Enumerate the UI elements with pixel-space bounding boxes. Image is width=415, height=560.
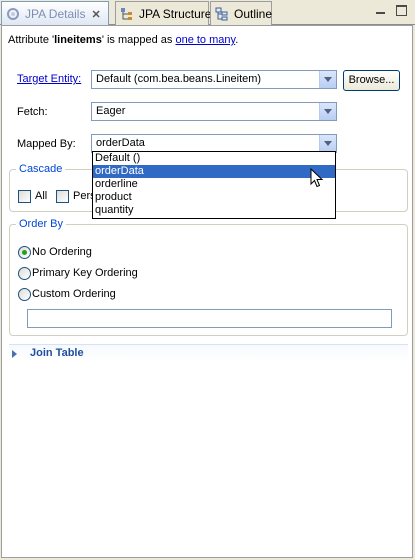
fetch-label: Fetch:: [17, 106, 48, 118]
chevron-down-icon[interactable]: [319, 103, 336, 120]
expand-triangle-icon[interactable]: [12, 350, 17, 358]
mapped-by-value: orderData: [96, 137, 145, 149]
target-entity-value: Default (com.bea.beans.Lineitem): [96, 73, 262, 85]
join-table-title: Join Table: [30, 347, 84, 359]
cascade-all-checkbox[interactable]: [18, 190, 31, 203]
mapping-middle: ' is mapped as: [101, 34, 176, 46]
target-entity-link[interactable]: Target Entity:: [17, 73, 81, 85]
mapping-description: Attribute 'lineitems' is mapped as one t…: [8, 34, 238, 46]
mapping-prefix: Attribute ': [8, 34, 55, 46]
tab-label: JPA Structure: [139, 6, 212, 21]
mapped-by-dropdown-list: Default () orderData orderline product q…: [92, 151, 336, 219]
view-tab-bar: JPA Details ✕ JPA Structure Outline: [0, 0, 415, 26]
custom-ordering-input[interactable]: [27, 309, 392, 328]
custom-ordering-label: Custom Ordering: [32, 288, 116, 300]
tab-jpa-details[interactable]: JPA Details ✕: [1, 1, 109, 26]
jpa-details-pane: Attribute 'lineitems' is mapped as one t…: [1, 25, 413, 558]
dropdown-option[interactable]: product: [93, 191, 335, 204]
fetch-value: Eager: [96, 105, 126, 117]
order-by-title: Order By: [16, 218, 67, 230]
close-icon[interactable]: ✕: [91, 8, 100, 21]
dropdown-option[interactable]: Default (): [93, 152, 335, 165]
outline-icon: [215, 7, 229, 21]
minimize-icon[interactable]: [375, 5, 386, 16]
mouse-cursor-icon: [310, 168, 324, 188]
dropdown-option[interactable]: orderline: [93, 178, 335, 191]
primary-key-ordering-radio[interactable]: [18, 267, 31, 280]
dropdown-option[interactable]: quantity: [93, 204, 335, 217]
jpa-structure-icon: [120, 7, 134, 21]
mapped-by-label: Mapped By:: [17, 138, 76, 150]
fetch-combo[interactable]: Eager: [91, 102, 337, 121]
window-controls: [375, 5, 407, 16]
target-entity-combo[interactable]: Default (com.bea.beans.Lineitem): [91, 70, 337, 89]
mapping-suffix: .: [235, 34, 239, 46]
tab-label: JPA Details: [25, 7, 86, 21]
jpa-details-icon: [6, 7, 20, 21]
custom-ordering-radio[interactable]: [18, 288, 31, 301]
mapping-type-link[interactable]: one to many: [175, 34, 235, 46]
chevron-down-icon[interactable]: [319, 135, 336, 152]
no-ordering-label: No Ordering: [32, 246, 92, 258]
dropdown-option-selected[interactable]: orderData: [93, 165, 335, 178]
primary-key-ordering-label: Primary Key Ordering: [32, 267, 138, 279]
tab-jpa-structure[interactable]: JPA Structure: [115, 1, 212, 25]
join-table-section[interactable]: Join Table: [9, 344, 408, 361]
cascade-persist-checkbox[interactable]: [56, 190, 69, 203]
tab-label: Outline: [234, 6, 273, 21]
cascade-title: Cascade: [16, 163, 66, 175]
no-ordering-radio[interactable]: [18, 246, 31, 259]
maximize-icon[interactable]: [396, 5, 407, 16]
attribute-name: lineitems: [54, 34, 102, 46]
chevron-down-icon[interactable]: [319, 71, 336, 88]
cascade-all-label: All: [35, 190, 48, 202]
browse-button[interactable]: Browse...: [343, 70, 400, 91]
tab-outline[interactable]: Outline: [210, 1, 272, 25]
